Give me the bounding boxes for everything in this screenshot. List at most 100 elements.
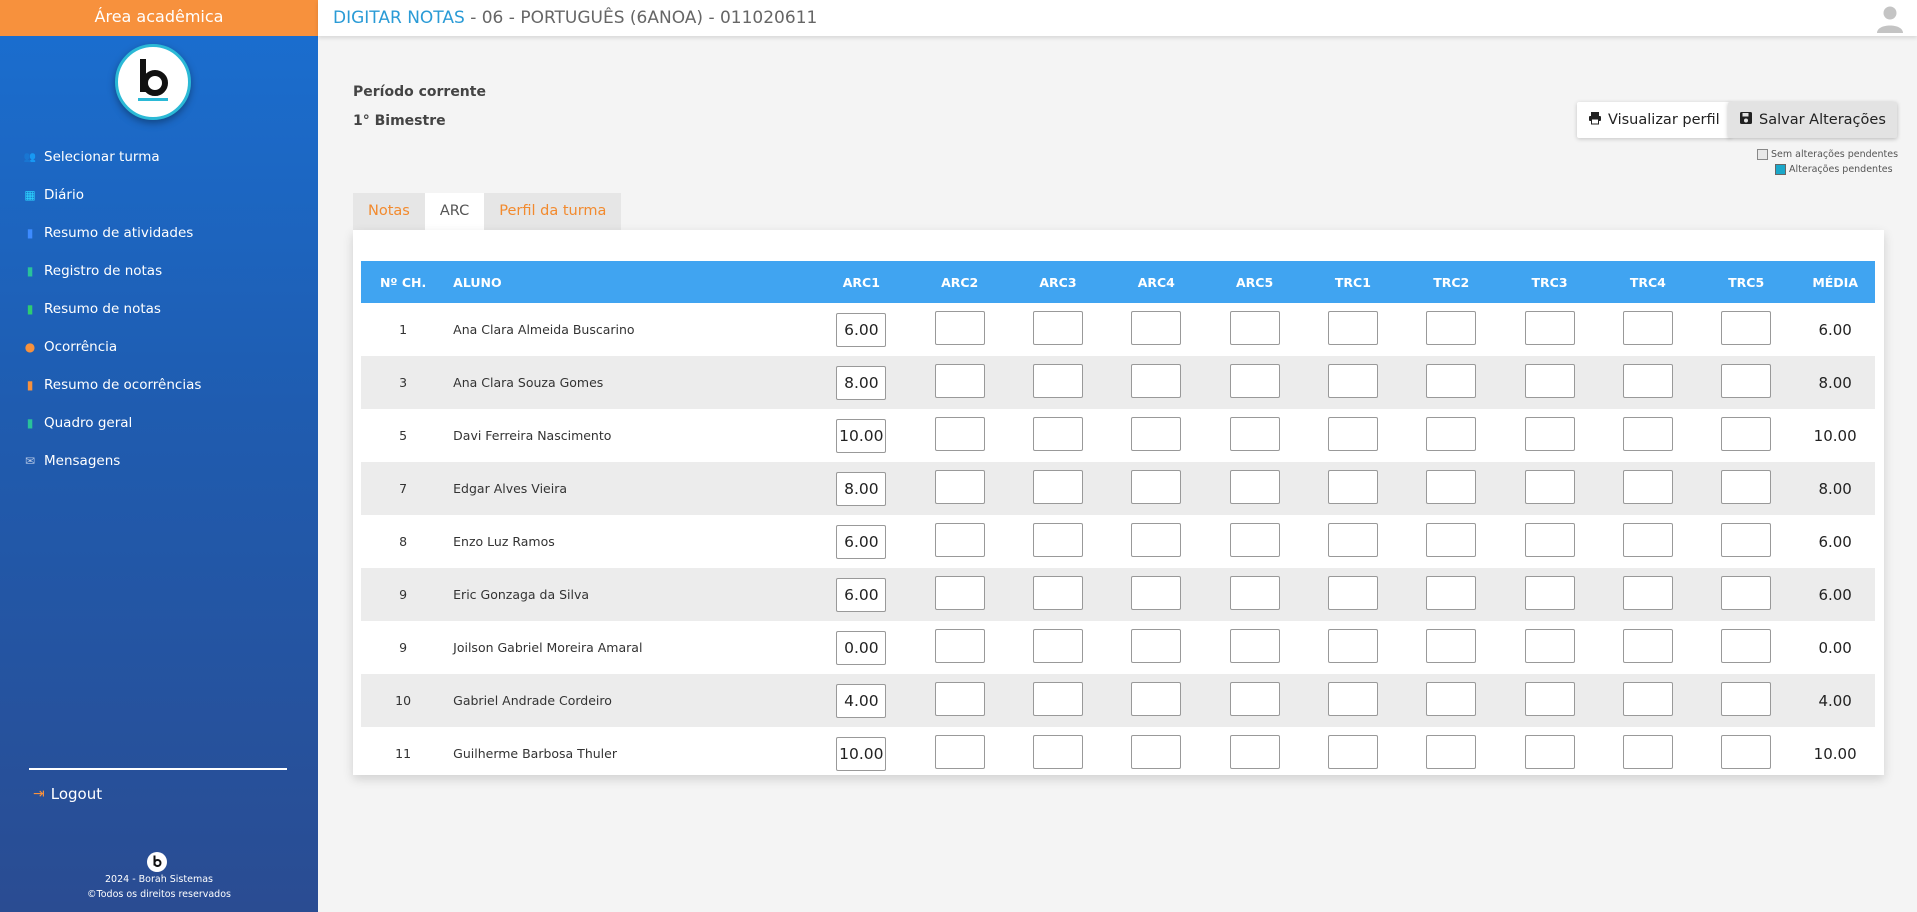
- grade-input-arc3[interactable]: [1032, 417, 1083, 451]
- grade-input-trc4[interactable]: [1622, 364, 1673, 398]
- user-avatar[interactable]: [1875, 3, 1905, 33]
- grade-input-arc2[interactable]: [934, 576, 985, 610]
- grade-input-arc1[interactable]: 4.00: [836, 683, 887, 718]
- sidebar-item-diario[interactable]: ▦ Diário: [22, 176, 201, 214]
- grade-input-arc4[interactable]: [1131, 470, 1182, 504]
- grade-input-trc5[interactable]: [1721, 576, 1772, 610]
- grade-input-trc2[interactable]: [1426, 417, 1477, 451]
- grade-input-arc3[interactable]: [1032, 311, 1083, 345]
- grade-input-trc3[interactable]: [1524, 417, 1575, 451]
- grade-input-trc5[interactable]: [1721, 470, 1772, 504]
- grade-input-trc3[interactable]: [1524, 364, 1575, 398]
- grade-input-arc1[interactable]: 6.00: [836, 577, 887, 612]
- grade-input-trc5[interactable]: [1721, 523, 1772, 557]
- grade-input-arc5[interactable]: [1229, 629, 1280, 663]
- grade-input-trc4[interactable]: [1622, 629, 1673, 663]
- grade-input-trc3[interactable]: [1524, 735, 1575, 769]
- grade-input-arc4[interactable]: [1131, 682, 1182, 716]
- grade-input-arc3[interactable]: [1032, 470, 1083, 504]
- grade-input-trc2[interactable]: [1426, 576, 1477, 610]
- grade-input-arc3[interactable]: [1032, 576, 1083, 610]
- grade-input-trc2[interactable]: [1426, 629, 1477, 663]
- grade-input-arc1[interactable]: 8.00: [836, 365, 887, 400]
- tab-notas[interactable]: Notas: [353, 193, 425, 230]
- grade-input-trc3[interactable]: [1524, 576, 1575, 610]
- grade-input-arc2[interactable]: [934, 311, 985, 345]
- grade-input-trc1[interactable]: [1327, 470, 1378, 504]
- grade-input-arc2[interactable]: [934, 682, 985, 716]
- grade-input-arc3[interactable]: [1032, 682, 1083, 716]
- grade-input-arc5[interactable]: [1229, 417, 1280, 451]
- grade-input-arc5[interactable]: [1229, 735, 1280, 769]
- sidebar-item-resumo-de-notas[interactable]: ▮ Resumo de notas: [22, 290, 201, 328]
- grade-input-trc1[interactable]: [1327, 311, 1378, 345]
- grade-input-trc4[interactable]: [1622, 311, 1673, 345]
- grade-input-trc1[interactable]: [1327, 417, 1378, 451]
- grade-input-arc1[interactable]: 10.00: [836, 736, 887, 771]
- grade-input-trc1[interactable]: [1327, 629, 1378, 663]
- sidebar-item-resumo-de-ocorrencias[interactable]: ▮ Resumo de ocorrências: [22, 366, 202, 404]
- view-profile-button[interactable]: Visualizar perfil: [1577, 102, 1731, 138]
- grade-input-arc2[interactable]: [934, 629, 985, 663]
- grade-input-arc2[interactable]: [934, 417, 985, 451]
- grade-input-arc4[interactable]: [1131, 576, 1182, 610]
- grade-input-trc4[interactable]: [1622, 417, 1673, 451]
- grade-input-trc1[interactable]: [1327, 576, 1378, 610]
- grade-input-arc3[interactable]: [1032, 364, 1083, 398]
- sidebar-item-mensagens[interactable]: ✉ Mensagens: [22, 442, 201, 480]
- grade-input-arc2[interactable]: [934, 735, 985, 769]
- logout-button[interactable]: ⇥ Logout: [33, 785, 102, 803]
- grade-input-arc5[interactable]: [1229, 682, 1280, 716]
- grade-input-arc4[interactable]: [1131, 364, 1182, 398]
- tab-perfil-da-turma[interactable]: Perfil da turma: [484, 193, 622, 230]
- grade-input-arc4[interactable]: [1131, 311, 1182, 345]
- grade-input-trc2[interactable]: [1426, 735, 1477, 769]
- grade-input-trc2[interactable]: [1426, 682, 1477, 716]
- grade-input-arc5[interactable]: [1229, 470, 1280, 504]
- grade-input-arc4[interactable]: [1131, 629, 1182, 663]
- grade-input-arc2[interactable]: [934, 523, 985, 557]
- grade-input-trc2[interactable]: [1426, 523, 1477, 557]
- grade-input-arc5[interactable]: [1229, 364, 1280, 398]
- grade-input-trc4[interactable]: [1622, 735, 1673, 769]
- grade-input-trc5[interactable]: [1721, 682, 1772, 716]
- grade-input-trc1[interactable]: [1327, 735, 1378, 769]
- grade-input-trc3[interactable]: [1524, 629, 1575, 663]
- grade-input-trc1[interactable]: [1327, 523, 1378, 557]
- grade-input-trc5[interactable]: [1721, 364, 1772, 398]
- grade-input-arc4[interactable]: [1131, 523, 1182, 557]
- grade-input-arc3[interactable]: [1032, 735, 1083, 769]
- grade-input-arc1[interactable]: 6.00: [836, 524, 887, 559]
- grade-input-trc5[interactable]: [1721, 629, 1772, 663]
- grade-input-arc2[interactable]: [934, 364, 985, 398]
- grade-input-trc4[interactable]: [1622, 576, 1673, 610]
- grade-input-arc5[interactable]: [1229, 523, 1280, 557]
- grade-input-arc1[interactable]: 8.00: [836, 471, 887, 506]
- grade-input-trc3[interactable]: [1524, 523, 1575, 557]
- grade-input-trc1[interactable]: [1327, 364, 1378, 398]
- grade-input-trc2[interactable]: [1426, 470, 1477, 504]
- grade-input-trc4[interactable]: [1622, 523, 1673, 557]
- grade-input-trc3[interactable]: [1524, 470, 1575, 504]
- tab-arc[interactable]: ARC: [424, 193, 485, 230]
- grade-input-arc2[interactable]: [934, 470, 985, 504]
- grade-input-arc1[interactable]: 0.00: [836, 630, 887, 665]
- grade-input-trc3[interactable]: [1524, 682, 1575, 716]
- grade-input-arc4[interactable]: [1131, 735, 1182, 769]
- grade-input-trc3[interactable]: [1524, 311, 1575, 345]
- grade-input-arc4[interactable]: [1131, 417, 1182, 451]
- grade-input-trc4[interactable]: [1622, 470, 1673, 504]
- save-changes-button[interactable]: Salvar Alterações: [1728, 102, 1897, 138]
- grade-input-arc5[interactable]: [1229, 311, 1280, 345]
- sidebar-item-ocorrencia[interactable]: ● Ocorrência: [22, 328, 201, 366]
- grade-input-trc5[interactable]: [1721, 311, 1772, 345]
- grade-input-arc5[interactable]: [1229, 576, 1280, 610]
- grade-input-trc2[interactable]: [1426, 364, 1477, 398]
- grade-input-arc3[interactable]: [1032, 629, 1083, 663]
- sidebar-item-quadro-geral[interactable]: ▮ Quadro geral: [22, 404, 201, 442]
- grade-input-trc5[interactable]: [1721, 417, 1772, 451]
- grade-input-trc2[interactable]: [1426, 311, 1477, 345]
- grade-input-arc1[interactable]: 6.00: [836, 312, 887, 347]
- grade-input-trc5[interactable]: [1721, 735, 1772, 769]
- sidebar-item-selecionar-turma[interactable]: 👥 Selecionar turma: [22, 138, 201, 176]
